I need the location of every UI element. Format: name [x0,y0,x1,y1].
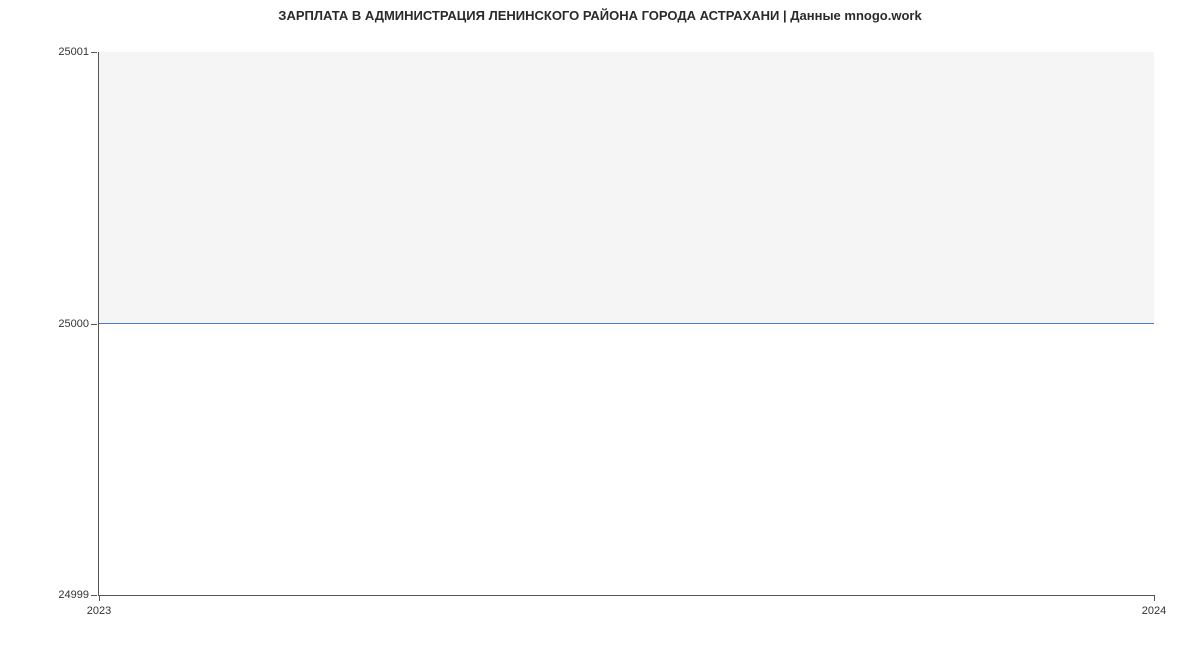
area-fill [99,52,1154,324]
y-tick [91,324,97,325]
y-tick-label: 24999 [58,589,89,601]
x-tick-label: 2024 [1142,605,1166,617]
y-tick [91,595,97,596]
y-tick-label: 25000 [58,318,89,330]
data-line [99,323,1154,324]
chart-container: ЗАРПЛАТА В АДМИНИСТРАЦИЯ ЛЕНИНСКОГО РАЙО… [0,0,1200,650]
x-tick [1154,595,1155,601]
plot-area: 25001 25000 24999 2023 2024 [98,52,1154,596]
x-tick-label: 2023 [87,605,111,617]
y-tick [91,52,97,53]
x-tick [99,595,100,601]
chart-title: ЗАРПЛАТА В АДМИНИСТРАЦИЯ ЛЕНИНСКОГО РАЙО… [0,8,1200,23]
y-tick-label: 25001 [58,46,89,58]
